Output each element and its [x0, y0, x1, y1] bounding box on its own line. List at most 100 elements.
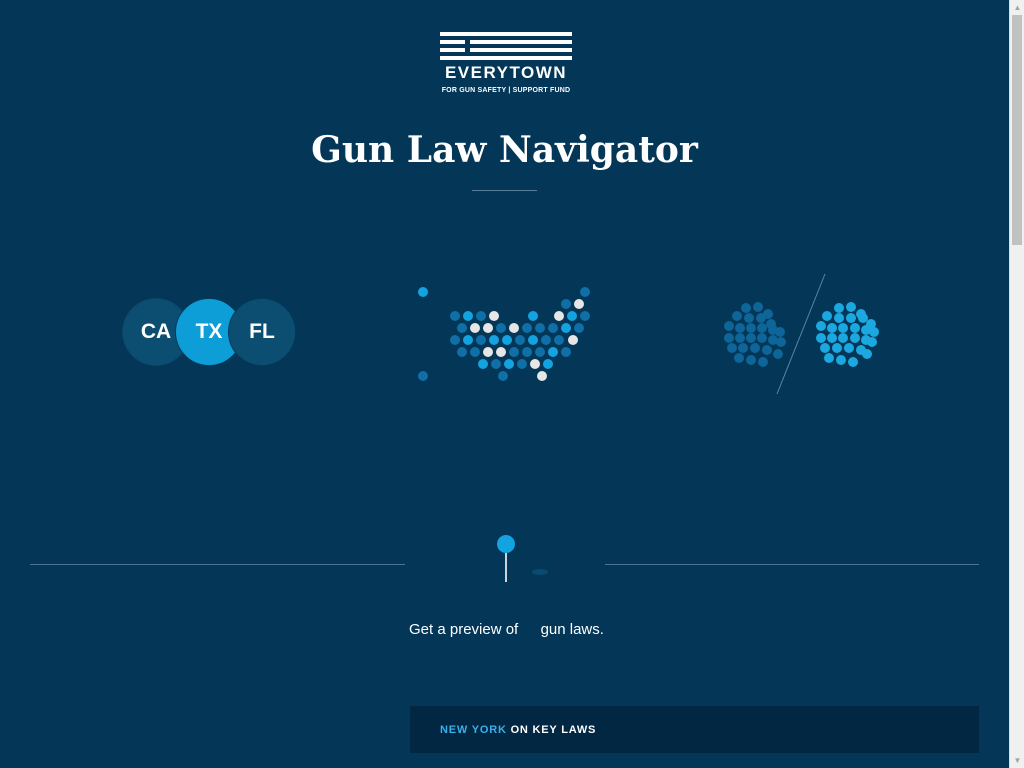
- dot: [816, 321, 826, 331]
- dot: [756, 313, 766, 323]
- dot: [470, 347, 480, 357]
- dot: [517, 359, 527, 369]
- dot: [418, 371, 428, 381]
- pin-shadow: [532, 569, 548, 575]
- dot: [457, 347, 467, 357]
- dot: [824, 353, 834, 363]
- dot: [574, 323, 584, 333]
- dot: [838, 323, 848, 333]
- dot: [724, 333, 734, 343]
- dot: [450, 335, 460, 345]
- compare-clusters-icon[interactable]: [715, 270, 890, 400]
- dot: [561, 347, 571, 357]
- dot: [483, 347, 493, 357]
- dot: [735, 323, 745, 333]
- dot: [773, 349, 783, 359]
- dot: [476, 335, 486, 345]
- dot: [757, 333, 767, 343]
- vertical-scrollbar[interactable]: ▲ ▼: [1009, 0, 1024, 768]
- key-laws-state: NEW YORK: [440, 724, 507, 736]
- dot: [850, 323, 860, 333]
- timeline-line-left: [30, 564, 405, 565]
- dot: [816, 333, 826, 343]
- dot: [858, 313, 868, 323]
- dot: [758, 357, 768, 367]
- dot: [832, 343, 842, 353]
- pin-stem: [505, 553, 507, 582]
- dot: [727, 343, 737, 353]
- dot: [753, 302, 763, 312]
- dot: [554, 335, 564, 345]
- compare-states-illustration[interactable]: CA TX FL: [120, 298, 300, 368]
- dot: [561, 323, 571, 333]
- dot: [867, 337, 877, 347]
- dot: [746, 355, 756, 365]
- state-circle-fl: FL: [228, 298, 296, 366]
- us-dot-map-icon[interactable]: [410, 280, 600, 390]
- dot: [502, 335, 512, 345]
- dot: [450, 311, 460, 321]
- dot: [741, 303, 751, 313]
- dot: [862, 349, 872, 359]
- dot: [478, 359, 488, 369]
- dot: [491, 359, 501, 369]
- dot: [522, 323, 532, 333]
- dot: [746, 333, 756, 343]
- dot: [548, 323, 558, 333]
- dot: [838, 333, 848, 343]
- dot: [580, 311, 590, 321]
- preview-sentence: Get a preview of gun laws.: [409, 620, 709, 640]
- dot: [744, 313, 754, 323]
- dot: [522, 347, 532, 357]
- dot: [496, 347, 506, 357]
- dot: [489, 335, 499, 345]
- logo-wordmark: EVERYTOWN: [444, 63, 568, 82]
- logo-stripes: [440, 32, 572, 60]
- dot: [476, 311, 486, 321]
- dot: [834, 313, 844, 323]
- scroll-thumb[interactable]: [1012, 15, 1022, 245]
- dot: [537, 371, 547, 381]
- dot: [846, 313, 856, 323]
- dot: [489, 311, 499, 321]
- dot: [827, 323, 837, 333]
- dot: [836, 355, 846, 365]
- dot: [568, 335, 578, 345]
- dot: [463, 335, 473, 345]
- dot: [463, 311, 473, 321]
- dot: [750, 343, 760, 353]
- dot: [509, 323, 519, 333]
- page: EVERYTOWN FOR GUN SAFETY | SUPPORT FUND …: [0, 0, 1009, 768]
- dot: [496, 323, 506, 333]
- dot: [738, 343, 748, 353]
- dot: [457, 323, 467, 333]
- dot: [541, 335, 551, 345]
- dot: [470, 323, 480, 333]
- dot: [734, 353, 744, 363]
- dot: [732, 311, 742, 321]
- dot: [561, 299, 571, 309]
- dot: [724, 321, 734, 331]
- key-laws-title: NEW YORK ON KEY LAWS: [440, 723, 596, 737]
- dot: [846, 302, 856, 312]
- dot: [822, 311, 832, 321]
- dot: [869, 327, 879, 337]
- dot: [543, 359, 553, 369]
- key-laws-header[interactable]: NEW YORK ON KEY LAWS: [410, 706, 979, 753]
- dot: [528, 335, 538, 345]
- scroll-up-arrow-icon[interactable]: ▲: [1010, 0, 1024, 15]
- everytown-logo[interactable]: EVERYTOWN FOR GUN SAFETY | SUPPORT FUND: [440, 32, 572, 96]
- scroll-down-arrow-icon[interactable]: ▼: [1010, 753, 1024, 768]
- dot: [757, 323, 767, 333]
- dot: [850, 333, 860, 343]
- timeline-line-right: [605, 564, 979, 565]
- dot: [580, 287, 590, 297]
- dot: [567, 311, 577, 321]
- dot: [498, 371, 508, 381]
- dot: [820, 343, 830, 353]
- dot: [548, 347, 558, 357]
- dot: [554, 311, 564, 321]
- preview-suffix: gun laws.: [540, 621, 604, 638]
- dot: [762, 345, 772, 355]
- dot: [530, 359, 540, 369]
